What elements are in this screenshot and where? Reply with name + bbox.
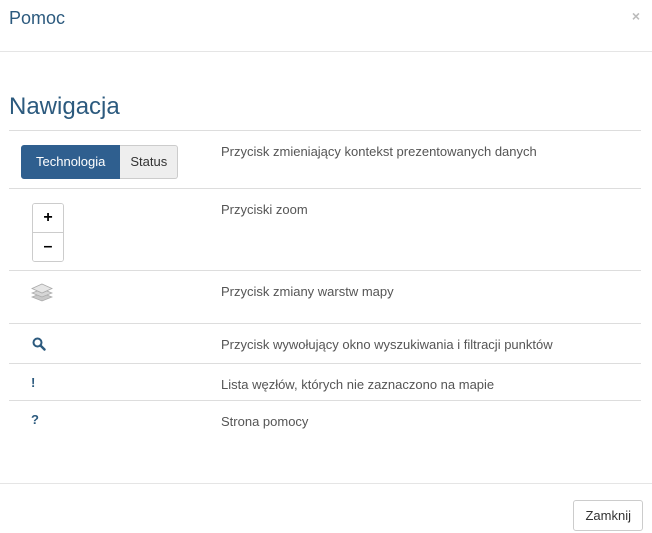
row-description: Strona pomocy	[221, 414, 309, 429]
row-description: Przycisk wywołujący okno wyszukiwania i …	[221, 337, 553, 352]
question-icon[interactable]: ?	[31, 412, 51, 427]
status-button[interactable]: Status	[120, 145, 179, 179]
help-row-search: Przycisk wywołujący okno wyszukiwania i …	[9, 323, 641, 364]
help-row-missing-nodes: ! Lista węzłów, których nie zaznaczono n…	[9, 363, 641, 401]
help-table: Technologia Status Przycisk zmieniający …	[9, 130, 641, 437]
help-row-context: Technologia Status Przycisk zmieniający …	[9, 130, 641, 189]
row-description: Przyciski zoom	[221, 202, 308, 217]
close-icon[interactable]: ×	[632, 8, 640, 24]
dialog-title: Pomoc	[9, 8, 66, 28]
zoom-out-button[interactable]: –	[33, 232, 63, 261]
section-title: Nawigacja	[9, 93, 120, 120]
exclamation-icon[interactable]: !	[31, 375, 51, 390]
row-description: Przycisk zmiany warstw mapy	[221, 284, 394, 299]
dialog-footer: Zamknij	[0, 483, 652, 533]
layers-icon[interactable]	[31, 281, 53, 303]
search-icon[interactable]	[32, 337, 46, 351]
close-button[interactable]: Zamknij	[573, 500, 643, 531]
help-row-zoom: + – Przyciski zoom	[9, 188, 641, 271]
zoom-control: + –	[32, 203, 64, 262]
technology-button[interactable]: Technologia	[21, 145, 121, 179]
dialog-header: Pomoc ×	[0, 0, 652, 52]
help-dialog: Pomoc × Nawigacja Technologia Status Prz…	[0, 0, 652, 533]
help-row-help: ? Strona pomocy	[9, 400, 641, 437]
help-row-layers: Przycisk zmiany warstw mapy	[9, 270, 641, 324]
row-description: Przycisk zmieniający kontekst prezentowa…	[221, 144, 537, 159]
row-description: Lista węzłów, których nie zaznaczono na …	[221, 377, 495, 392]
context-toggle: Technologia Status	[21, 145, 179, 179]
zoom-in-button[interactable]: +	[33, 204, 63, 232]
